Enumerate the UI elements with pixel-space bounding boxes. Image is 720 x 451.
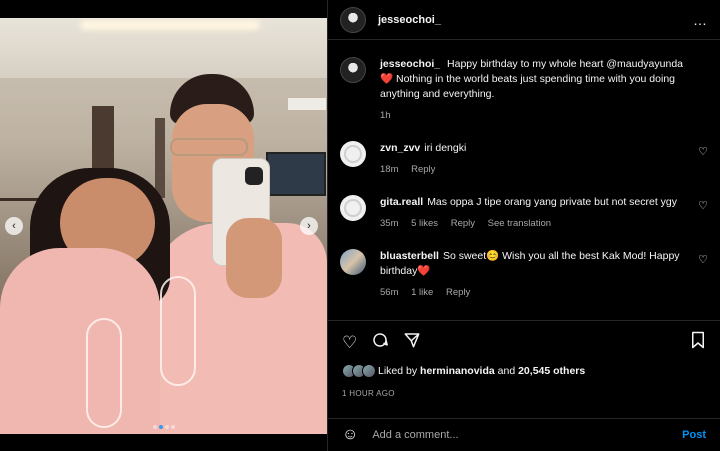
smiley-icon[interactable]: ☺	[342, 426, 358, 444]
post-media: ‹ ›	[0, 0, 327, 451]
post-actions: ♡	[328, 320, 720, 364]
author-username[interactable]: jesseochoi_	[378, 14, 441, 26]
post-sidebar: jesseochoi_ … jesseochoi_ Happy birthday…	[327, 0, 720, 451]
post-photo	[0, 18, 327, 434]
comment-like-icon[interactable]: ♡	[694, 145, 708, 177]
comment-time: 18m	[380, 164, 399, 175]
comment-likes[interactable]: 1 like	[411, 287, 433, 298]
comment-time: 35m	[380, 218, 399, 229]
caption-username[interactable]: jesseochoi_	[380, 58, 440, 70]
comment-username[interactable]: gita.reall	[380, 196, 423, 208]
comment-item: bluasterbell So sweet😊 Wish you all the b…	[328, 249, 720, 300]
likes-others[interactable]: 20,545 others	[518, 365, 585, 377]
caption: jesseochoi_ Happy birthday to my whole h…	[328, 57, 720, 123]
comment-item: zvn_zvv iri dengki 18m Reply ♡	[328, 141, 720, 177]
carousel-dot	[152, 425, 157, 429]
carousel-next-button[interactable]: ›	[300, 217, 318, 235]
comment-likes[interactable]: 5 likes	[411, 218, 438, 229]
comment-like-icon[interactable]: ♡	[694, 253, 708, 300]
carousel-dot	[164, 425, 169, 429]
carousel-prev-button[interactable]: ‹	[5, 217, 23, 235]
carousel-dot	[170, 425, 175, 429]
comment-like-icon[interactable]: ♡	[694, 199, 708, 231]
caption-time: 1h	[380, 110, 391, 121]
comments-list: jesseochoi_ Happy birthday to my whole h…	[328, 52, 720, 322]
liker-avatars	[342, 364, 376, 378]
carousel-dots	[0, 416, 327, 434]
comment-avatar[interactable]	[340, 249, 366, 275]
post-button[interactable]: Post	[682, 429, 706, 441]
heart-emoji: ❤️	[417, 265, 431, 277]
likes-summary: Liked by herminanovida and 20,545 others	[342, 364, 585, 378]
comment-avatar[interactable]	[340, 141, 366, 167]
reply-button[interactable]: Reply	[451, 218, 475, 229]
see-translation-button[interactable]: See translation	[488, 218, 551, 229]
caption-meta: 1h	[380, 108, 708, 123]
liker-username[interactable]: herminanovida	[420, 365, 495, 377]
caption-text: jesseochoi_ Happy birthday to my whole h…	[380, 58, 683, 100]
comment-time: 56m	[380, 287, 399, 298]
caption-avatar[interactable]	[340, 57, 366, 83]
more-options-icon[interactable]: …	[693, 12, 708, 28]
author-avatar[interactable]	[340, 6, 366, 33]
heart-emoji: ❤️	[380, 73, 394, 85]
carousel-dot	[158, 425, 163, 429]
comment-avatar[interactable]	[340, 195, 366, 221]
heart-outline-icon[interactable]: ♡	[342, 333, 357, 353]
reply-button[interactable]: Reply	[446, 287, 470, 298]
bookmark-icon[interactable]	[690, 331, 706, 354]
comment-username[interactable]: zvn_zvv	[380, 142, 420, 154]
comment-username[interactable]: bluasterbell	[380, 250, 439, 262]
reply-button[interactable]: Reply	[411, 164, 435, 175]
comment-text: iri dengki	[424, 142, 467, 154]
comment-text: Mas oppa J tipe orang yang private but n…	[427, 196, 677, 208]
comment-input[interactable]	[372, 429, 683, 441]
post-time: 1 HOUR AGO	[342, 389, 395, 398]
paper-plane-icon[interactable]	[403, 331, 421, 354]
post-header: jesseochoi_ …	[328, 0, 720, 40]
comment-item: gita.reall Mas oppa J tipe orang yang pri…	[328, 195, 720, 231]
add-comment-bar: ☺ Post	[328, 418, 720, 451]
comment-bubble-icon[interactable]	[371, 331, 389, 354]
